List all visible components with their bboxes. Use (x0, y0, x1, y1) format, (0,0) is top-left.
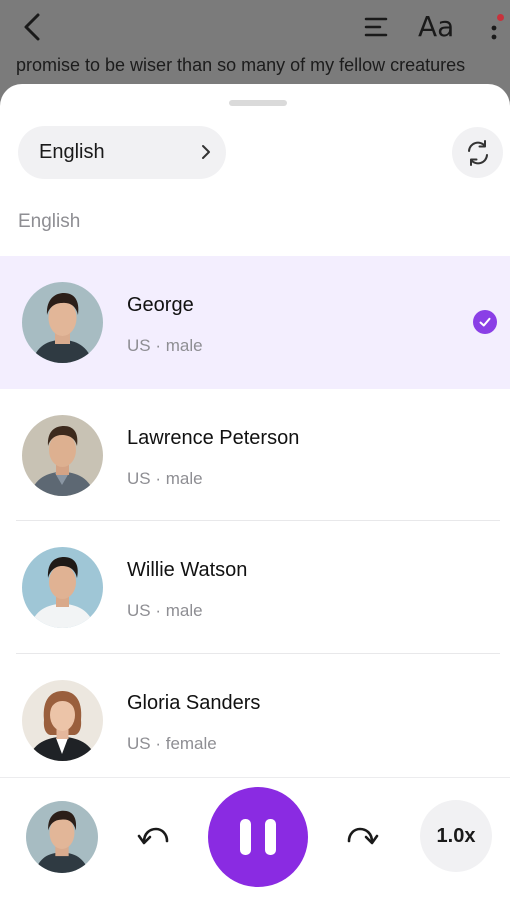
current-voice-avatar[interactable] (26, 801, 98, 873)
refresh-button[interactable] (452, 127, 503, 178)
avatar (22, 282, 103, 363)
forward-icon[interactable] (346, 822, 380, 852)
sheet-drag-handle[interactable] (229, 100, 287, 106)
voice-item-gloria-sanders[interactable]: Gloria Sanders US · female (0, 654, 510, 787)
voice-item-willie-watson[interactable]: Willie Watson US · male (0, 521, 510, 654)
chevron-right-icon (202, 145, 210, 159)
playback-speed-button[interactable]: 1.0x (420, 800, 492, 872)
refresh-icon (467, 139, 488, 166)
pause-icon-bar (240, 819, 251, 855)
table-of-contents-icon[interactable] (362, 12, 390, 42)
voice-name: Lawrence Peterson (127, 426, 300, 449)
voice-meta: US · male (127, 468, 203, 488)
voice-meta: US · male (127, 336, 203, 355)
player-bar: 1.0x (0, 777, 510, 902)
notification-dot (497, 14, 504, 21)
voice-list: George US · male Lawrence Peterson US · … (0, 256, 510, 786)
avatar (22, 414, 103, 496)
pause-button[interactable] (208, 787, 308, 887)
pause-icon-bar (265, 819, 276, 855)
voice-name: Willie Watson (127, 559, 248, 581)
check-icon (473, 310, 497, 334)
section-heading: English (18, 211, 81, 232)
voice-meta: US · male (127, 601, 203, 620)
avatar (22, 547, 103, 628)
voice-meta: US · female (127, 733, 217, 753)
voice-picker-sheet: English English George US · male Lawrenc… (0, 84, 510, 902)
language-selector-label: English (39, 141, 105, 163)
font-size-icon[interactable]: Aa (418, 12, 458, 42)
reader-text-line: promise to be wiser than so many of my f… (16, 55, 466, 75)
voice-name: Gloria Sanders (127, 691, 261, 714)
language-selector-button[interactable]: English (18, 126, 226, 179)
rewind-icon[interactable] (136, 822, 170, 852)
voice-name: George (127, 294, 194, 316)
voice-item-george[interactable]: George US · male (0, 256, 510, 389)
avatar (22, 679, 103, 761)
back-arrow-icon[interactable] (20, 12, 46, 42)
reader-toolbar: Aa (0, 0, 510, 54)
voice-item-lawrence-peterson[interactable]: Lawrence Peterson US · male (0, 389, 510, 521)
